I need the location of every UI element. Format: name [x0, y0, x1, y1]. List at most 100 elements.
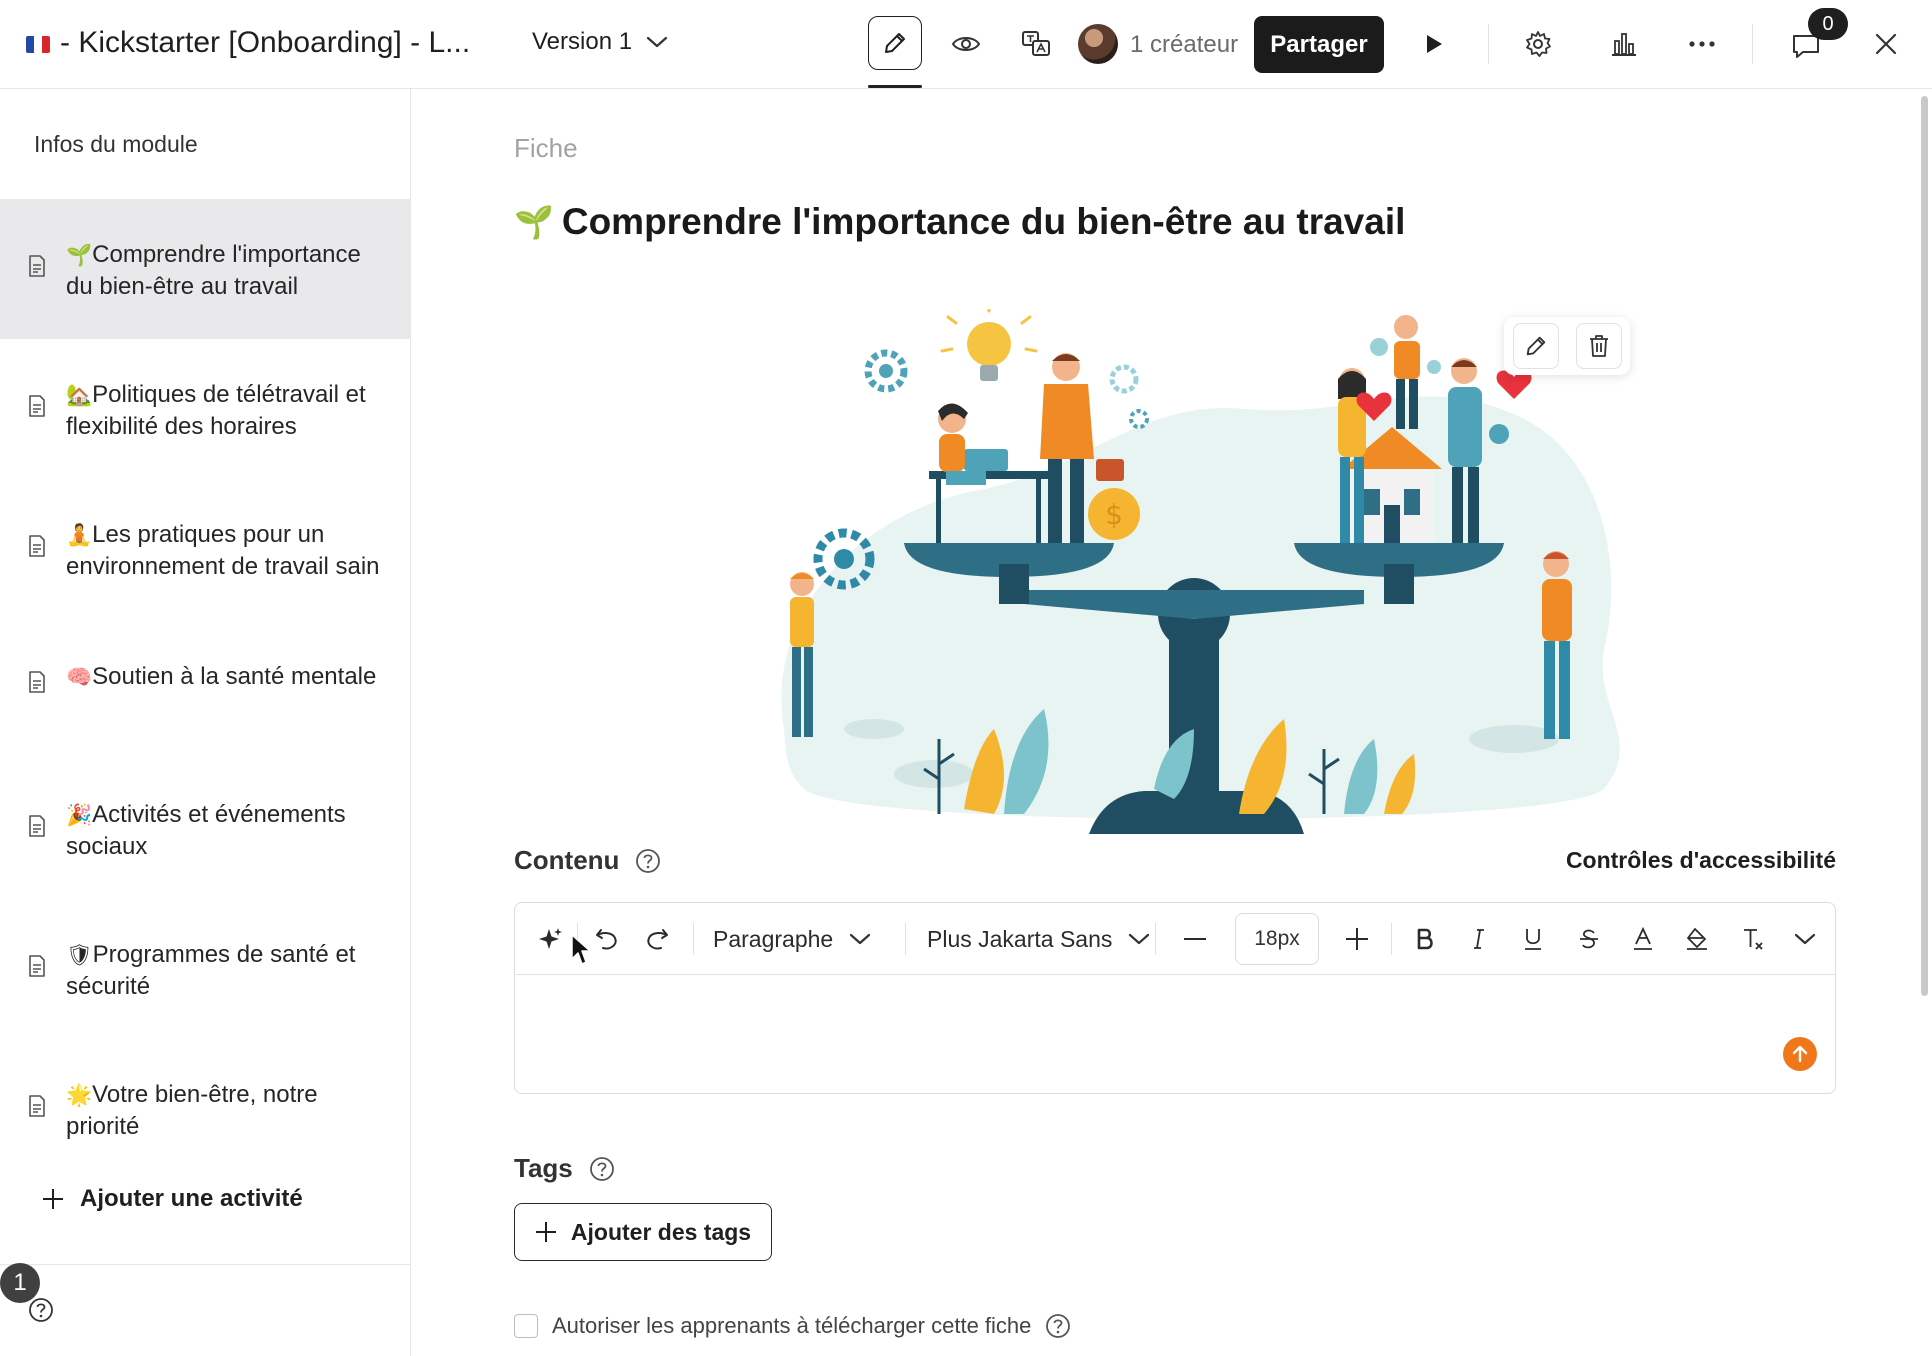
avatar[interactable] [1078, 24, 1118, 64]
tags-label: Tags [514, 1153, 615, 1184]
close-icon [1875, 33, 1897, 55]
play-button[interactable] [1408, 18, 1460, 70]
pencil-icon [885, 33, 905, 53]
underline-icon [1525, 929, 1541, 950]
allow-download-label[interactable]: Autoriser les apprenants à télécharger c… [552, 1313, 1031, 1339]
gear-icon [1526, 31, 1551, 57]
help-icon[interactable] [1045, 1313, 1071, 1339]
more-options-button[interactable] [1676, 18, 1728, 70]
add-activity-button[interactable]: Ajouter une activité [42, 1185, 303, 1213]
bold-icon [1417, 928, 1433, 950]
arrow-up-icon [1792, 1045, 1808, 1063]
share-button[interactable]: Partager [1254, 16, 1384, 73]
paint-bucket-icon [1687, 928, 1707, 950]
strikethrough-button[interactable] [1565, 903, 1613, 975]
clear-formatting-button[interactable] [1729, 903, 1777, 975]
play-icon [1427, 35, 1442, 53]
increase-font-size-button[interactable] [1333, 903, 1381, 975]
underline-button[interactable] [1509, 903, 1557, 975]
close-button[interactable] [1860, 18, 1912, 70]
help-icon[interactable] [28, 1297, 54, 1323]
sidebar-item-bien-etre[interactable]: 🌱Comprendre l'importance du bien-être au… [0, 199, 410, 339]
scrollbar[interactable] [1921, 96, 1928, 996]
section-label: Fiche [514, 133, 578, 163]
content-label: Contenu [514, 845, 661, 876]
page-title[interactable]: 🌱 Comprendre l'importance du bien-être a… [514, 201, 1405, 243]
redo-icon [647, 929, 668, 950]
delete-image-button[interactable] [1575, 323, 1622, 369]
main-content: Fiche 🌱 Comprendre l'importance du bien-… [412, 89, 1932, 1356]
decrease-font-size-button[interactable] [1171, 903, 1219, 975]
document-icon [29, 955, 45, 977]
chevron-down-icon [1129, 933, 1150, 945]
sidebar-item-pratiques[interactable]: 🧘Les pratiques pour un environnement de … [0, 479, 410, 619]
add-activity-label: Ajouter une activité [80, 1185, 303, 1212]
block-type-select[interactable]: Paragraphe [713, 903, 871, 975]
bold-button[interactable] [1401, 903, 1449, 975]
help-icon[interactable] [635, 848, 661, 874]
svg-text:$: $ [1105, 498, 1123, 531]
cover-illustration: $ [781, 309, 1620, 834]
app-window: - Kickstarter [Onboarding] - L... Versio… [0, 0, 1932, 1356]
translate-icon [1022, 31, 1050, 56]
version-label: Version 1 [532, 28, 633, 55]
chevron-down-icon [850, 933, 871, 945]
statistics-button[interactable] [1598, 18, 1650, 70]
plus-icon [43, 1189, 63, 1209]
edit-image-button[interactable] [1512, 323, 1559, 369]
italic-icon [1474, 929, 1484, 949]
add-tags-button[interactable]: Ajouter des tags [514, 1203, 772, 1261]
font-family-select[interactable]: Plus Jakarta Sans [927, 903, 1150, 975]
sidebar-item-sante-mentale[interactable]: 🧠Soutien à la santé mentale [0, 619, 410, 759]
creators-count-label[interactable]: 1 créateur [1130, 31, 1238, 59]
editor-toolbar: Paragraphe Plus Jakarta Sans 18px [515, 903, 1835, 975]
translate-button[interactable] [1010, 18, 1062, 70]
edit-mode-button[interactable] [868, 16, 922, 70]
highlight-button[interactable] [1673, 903, 1721, 975]
accessibility-controls-link[interactable]: Contrôles d'accessibilité [1566, 847, 1836, 874]
editor-text-area[interactable] [515, 975, 1835, 1093]
sidebar-item-label: 🧠Soutien à la santé mentale [66, 663, 377, 690]
document-icon [29, 815, 45, 837]
comments-count-badge: 0 [1808, 8, 1848, 40]
strikethrough-icon [1580, 929, 1598, 949]
italic-button[interactable] [1455, 903, 1503, 975]
ai-assist-button[interactable] [529, 903, 573, 975]
sidebar-item-label: 🌟Votre bien-être, notre priorité [66, 1081, 318, 1140]
font-size-input[interactable]: 18px [1235, 913, 1319, 965]
help-icon[interactable] [589, 1156, 615, 1182]
divider [905, 923, 906, 955]
settings-button[interactable] [1512, 18, 1564, 70]
trash-icon [1589, 335, 1608, 357]
redo-button[interactable] [635, 903, 679, 975]
chevron-down-icon [1794, 933, 1816, 945]
add-tags-label: Ajouter des tags [570, 1218, 752, 1245]
content-heading: Contenu [514, 845, 620, 875]
ellipsis-icon [1689, 41, 1715, 47]
sidebar-item-label: 🧘Les pratiques pour un environnement de … [66, 521, 380, 580]
sidebar-item-priorite[interactable]: 🌟Votre bien-être, notre priorité [0, 1039, 410, 1179]
upload-button[interactable] [1783, 1037, 1817, 1071]
sidebar-item-activites[interactable]: 🎉Activités et événements sociaux [0, 759, 410, 899]
active-tab-indicator [868, 85, 922, 88]
text-color-icon [1634, 927, 1652, 950]
sidebar-item-teletravail[interactable]: 🏡Politiques de télétravail et flexibilit… [0, 339, 410, 479]
pencil-icon [1526, 336, 1545, 356]
eye-icon [951, 37, 981, 51]
text-color-button[interactable] [1619, 903, 1667, 975]
version-select[interactable]: Version 1 [532, 28, 668, 56]
sidebar-item-securite[interactable]: 🛡Programmes de santé et sécurité [0, 899, 410, 1039]
undo-icon [596, 929, 617, 950]
sidebar-item-label: 🏡Politiques de télétravail et flexibilit… [66, 381, 366, 440]
image-toolbar [1504, 317, 1630, 375]
allow-download-checkbox[interactable] [514, 1314, 538, 1338]
module-info-link[interactable]: Infos du module [34, 131, 198, 158]
module-title: - Kickstarter [Onboarding] - L... [60, 26, 471, 59]
document-icon [29, 671, 45, 693]
preview-button[interactable] [940, 18, 992, 70]
document-icon [29, 395, 45, 417]
more-tools-button[interactable] [1781, 903, 1829, 975]
minus-icon [1184, 938, 1206, 940]
title-emoji: 🌱 [514, 203, 554, 241]
font-family-value: Plus Jakarta Sans [927, 925, 1113, 952]
